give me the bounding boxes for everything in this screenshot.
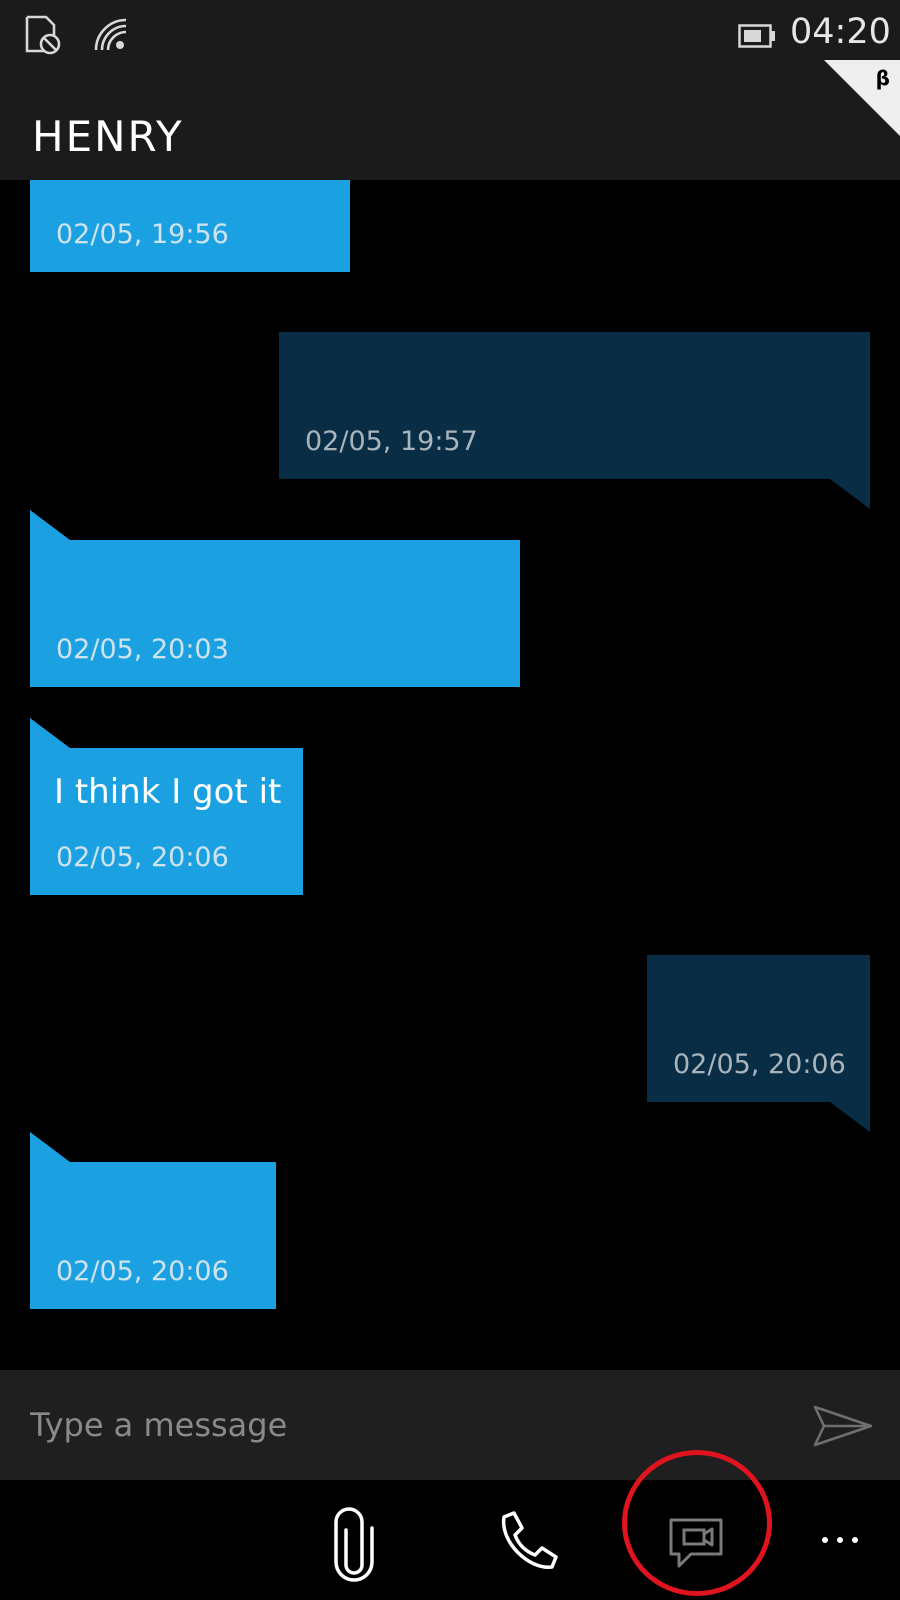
bubble-tail [30,510,70,540]
message-bubble-incoming[interactable]: I think I got it 02/05, 20:06 [30,718,303,895]
bubble-tail [830,479,870,509]
no-sim-icon [25,15,61,55]
wifi-icon [94,18,127,51]
app-bar [0,1480,900,1600]
message-bubble-outgoing[interactable]: 02/05, 20:06 [647,955,870,1132]
video-message-icon [669,1518,723,1568]
message-timestamp: 02/05, 19:57 [305,426,478,457]
message-list[interactable]: 02/05, 19:56 02/05, 19:57 02/05, 20:03 I… [0,180,900,1370]
composer-bar [0,1370,900,1480]
message-timestamp: 02/05, 20:06 [56,1256,229,1287]
call-button[interactable] [474,1490,574,1590]
phone-icon [502,1511,558,1569]
message-timestamp: 02/05, 20:06 [56,842,229,873]
video-message-button[interactable] [646,1490,746,1590]
beta-label: β [875,66,890,90]
attach-icon [334,1507,374,1582]
message-input[interactable] [28,1394,792,1456]
message-text: I think I got it [54,772,282,812]
message-bubble-incoming[interactable]: 02/05, 19:56 [30,180,350,272]
more-icon [822,1537,858,1543]
bubble-tail [830,1102,870,1132]
message-bubble-outgoing[interactable]: 02/05, 19:57 [279,332,870,509]
message-bubble-incoming[interactable]: 02/05, 20:06 [30,1132,276,1309]
bubble-tail [30,1132,70,1162]
battery-icon [738,24,775,48]
send-icon[interactable] [812,1404,874,1448]
message-timestamp: 02/05, 20:03 [56,634,229,665]
clock: 04:20 [790,12,891,52]
message-bubble-incoming[interactable]: 02/05, 20:03 [30,510,520,687]
status-bar: 04:20 [0,0,900,72]
attach-button[interactable] [304,1490,404,1590]
bubble-tail [30,718,70,748]
more-button[interactable] [790,1490,890,1590]
message-timestamp: 02/05, 20:06 [673,1049,846,1080]
contact-name: HENRY [32,112,184,161]
conversation-header: HENRY [0,72,900,180]
message-timestamp: 02/05, 19:56 [56,219,229,250]
